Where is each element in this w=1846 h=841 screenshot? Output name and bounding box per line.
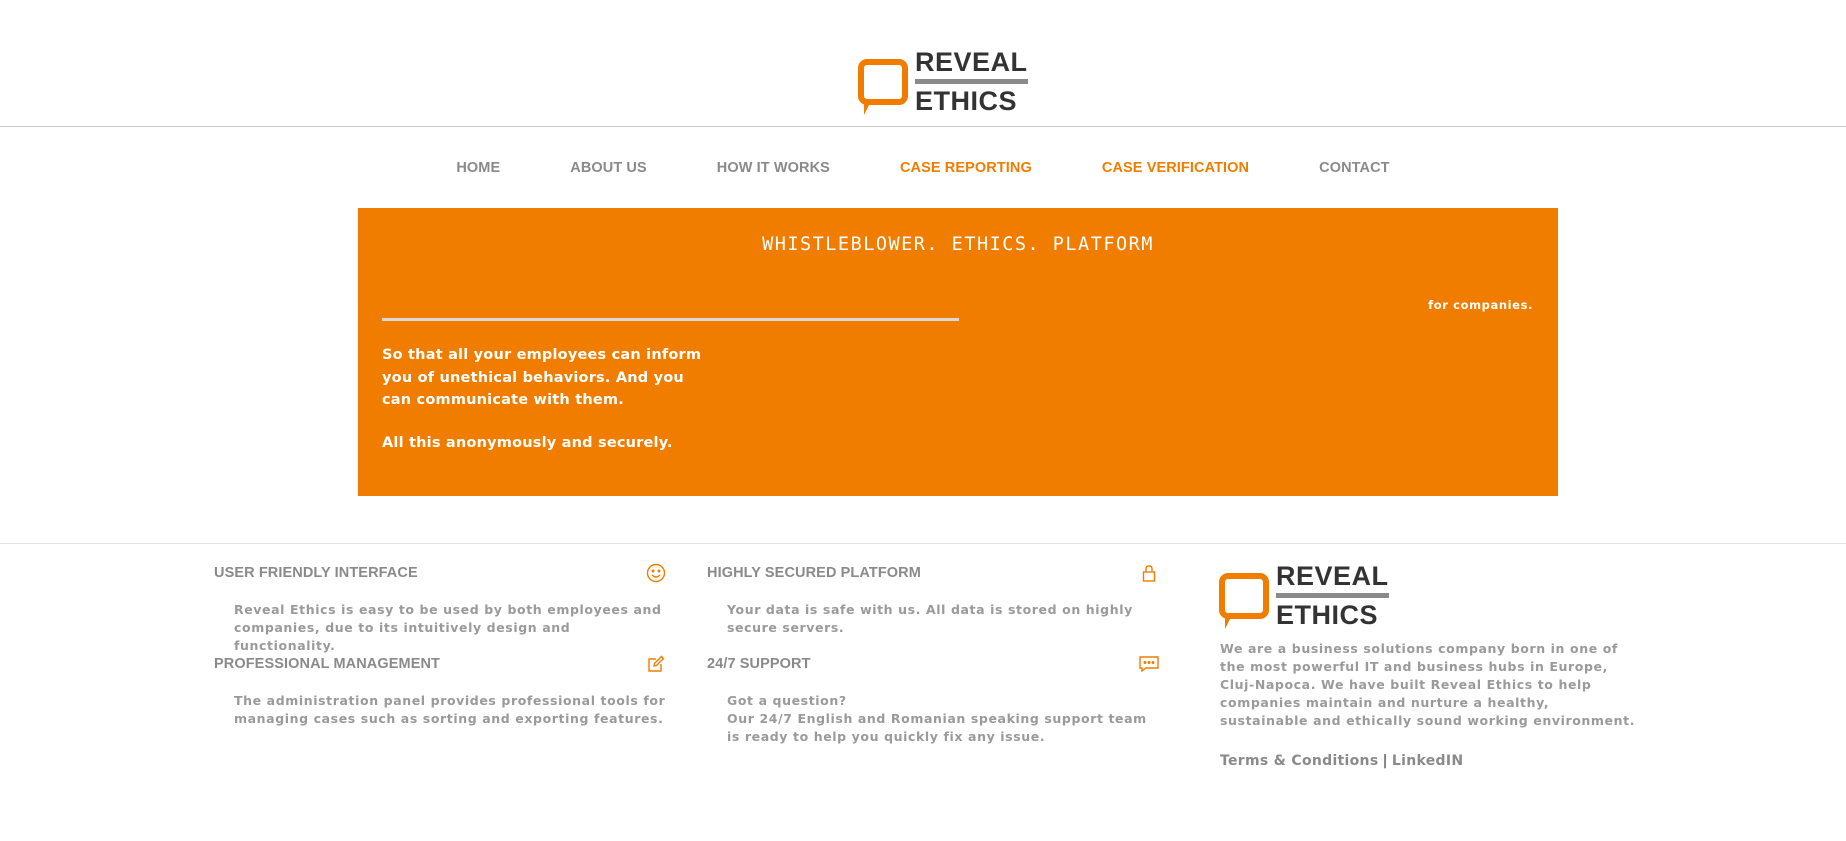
section-divider bbox=[0, 543, 1846, 544]
feature-title: 24/7 SUPPORT bbox=[707, 656, 811, 672]
feature-support: 24/7 SUPPORT Got a question? Our 24/7 En… bbox=[707, 656, 1160, 746]
footer-links: Terms & Conditions | LinkedIN bbox=[1220, 753, 1463, 769]
feature-description: Your data is safe with us. All data is s… bbox=[727, 602, 1133, 635]
logo-line-1: REVEAL bbox=[915, 48, 1028, 84]
feature-user-friendly: USER FRIENDLY INTERFACE Reveal Ethics is… bbox=[214, 562, 667, 655]
logo-line-1: REVEAL bbox=[1276, 562, 1389, 598]
chat-icon bbox=[1138, 653, 1160, 675]
nav-contact[interactable]: CONTACT bbox=[1319, 160, 1390, 176]
link-separator: | bbox=[1382, 753, 1388, 769]
main-nav: HOME ABOUT US HOW IT WORKS CASE REPORTIN… bbox=[0, 160, 1846, 176]
speech-bubble-icon bbox=[858, 58, 908, 115]
footer-logo[interactable]: REVEAL ETHICS bbox=[1219, 562, 1389, 629]
site-logo[interactable]: REVEAL ETHICS bbox=[858, 48, 1028, 115]
logo-line-2: ETHICS bbox=[915, 86, 1018, 116]
hero-paragraph-1: So that all your employees can inform yo… bbox=[382, 347, 702, 408]
feature-title: PROFESSIONAL MANAGEMENT bbox=[214, 656, 440, 672]
nav-case-reporting[interactable]: CASE REPORTING bbox=[900, 160, 1032, 176]
nav-how-it-works[interactable]: HOW IT WORKS bbox=[717, 160, 830, 176]
feature-highly-secured: HIGHLY SECURED PLATFORM Your data is saf… bbox=[707, 565, 1160, 637]
linkedin-link[interactable]: LinkedIN bbox=[1392, 753, 1463, 769]
feature-title: USER FRIENDLY INTERFACE bbox=[214, 565, 418, 581]
feature-description: Got a question? Our 24/7 English and Rom… bbox=[727, 692, 1160, 746]
feature-description: Reveal Ethics is easy to be used by both… bbox=[234, 602, 662, 653]
hero-banner: WHISTLEBLOWER. ETHICS. PLATFORM for comp… bbox=[358, 208, 1558, 496]
hero-divider bbox=[382, 318, 959, 321]
company-about-text: We are a business solutions company born… bbox=[1220, 641, 1636, 728]
feature-description-line-2: Our 24/7 English and Romanian speaking s… bbox=[727, 711, 1147, 744]
hero-subtitle: for companies. bbox=[1428, 298, 1533, 312]
speech-bubble-icon bbox=[1219, 572, 1269, 629]
site-header: REVEAL ETHICS bbox=[0, 0, 1846, 127]
feature-title: HIGHLY SECURED PLATFORM bbox=[707, 565, 921, 581]
nav-about-us[interactable]: ABOUT US bbox=[570, 160, 647, 176]
edit-icon bbox=[645, 653, 667, 675]
logo-wordmark: REVEAL ETHICS bbox=[1276, 562, 1389, 629]
feature-description-line-1: Got a question? bbox=[727, 693, 847, 708]
hero-title: WHISTLEBLOWER. ETHICS. PLATFORM bbox=[762, 234, 1154, 255]
smiley-icon bbox=[645, 562, 667, 584]
hero-paragraph-2: All this anonymously and securely. bbox=[382, 434, 673, 451]
logo-wordmark: REVEAL ETHICS bbox=[915, 48, 1028, 115]
feature-description: The administration panel provides profes… bbox=[234, 693, 666, 726]
lock-icon bbox=[1138, 562, 1160, 584]
terms-link[interactable]: Terms & Conditions bbox=[1220, 753, 1378, 769]
nav-case-verification[interactable]: CASE VERIFICATION bbox=[1102, 160, 1249, 176]
hero-text: So that all your employees can inform yo… bbox=[382, 344, 702, 454]
feature-professional-management: PROFESSIONAL MANAGEMENT The administrati… bbox=[214, 653, 667, 728]
logo-line-2: ETHICS bbox=[1276, 600, 1379, 630]
nav-home[interactable]: HOME bbox=[456, 160, 500, 176]
